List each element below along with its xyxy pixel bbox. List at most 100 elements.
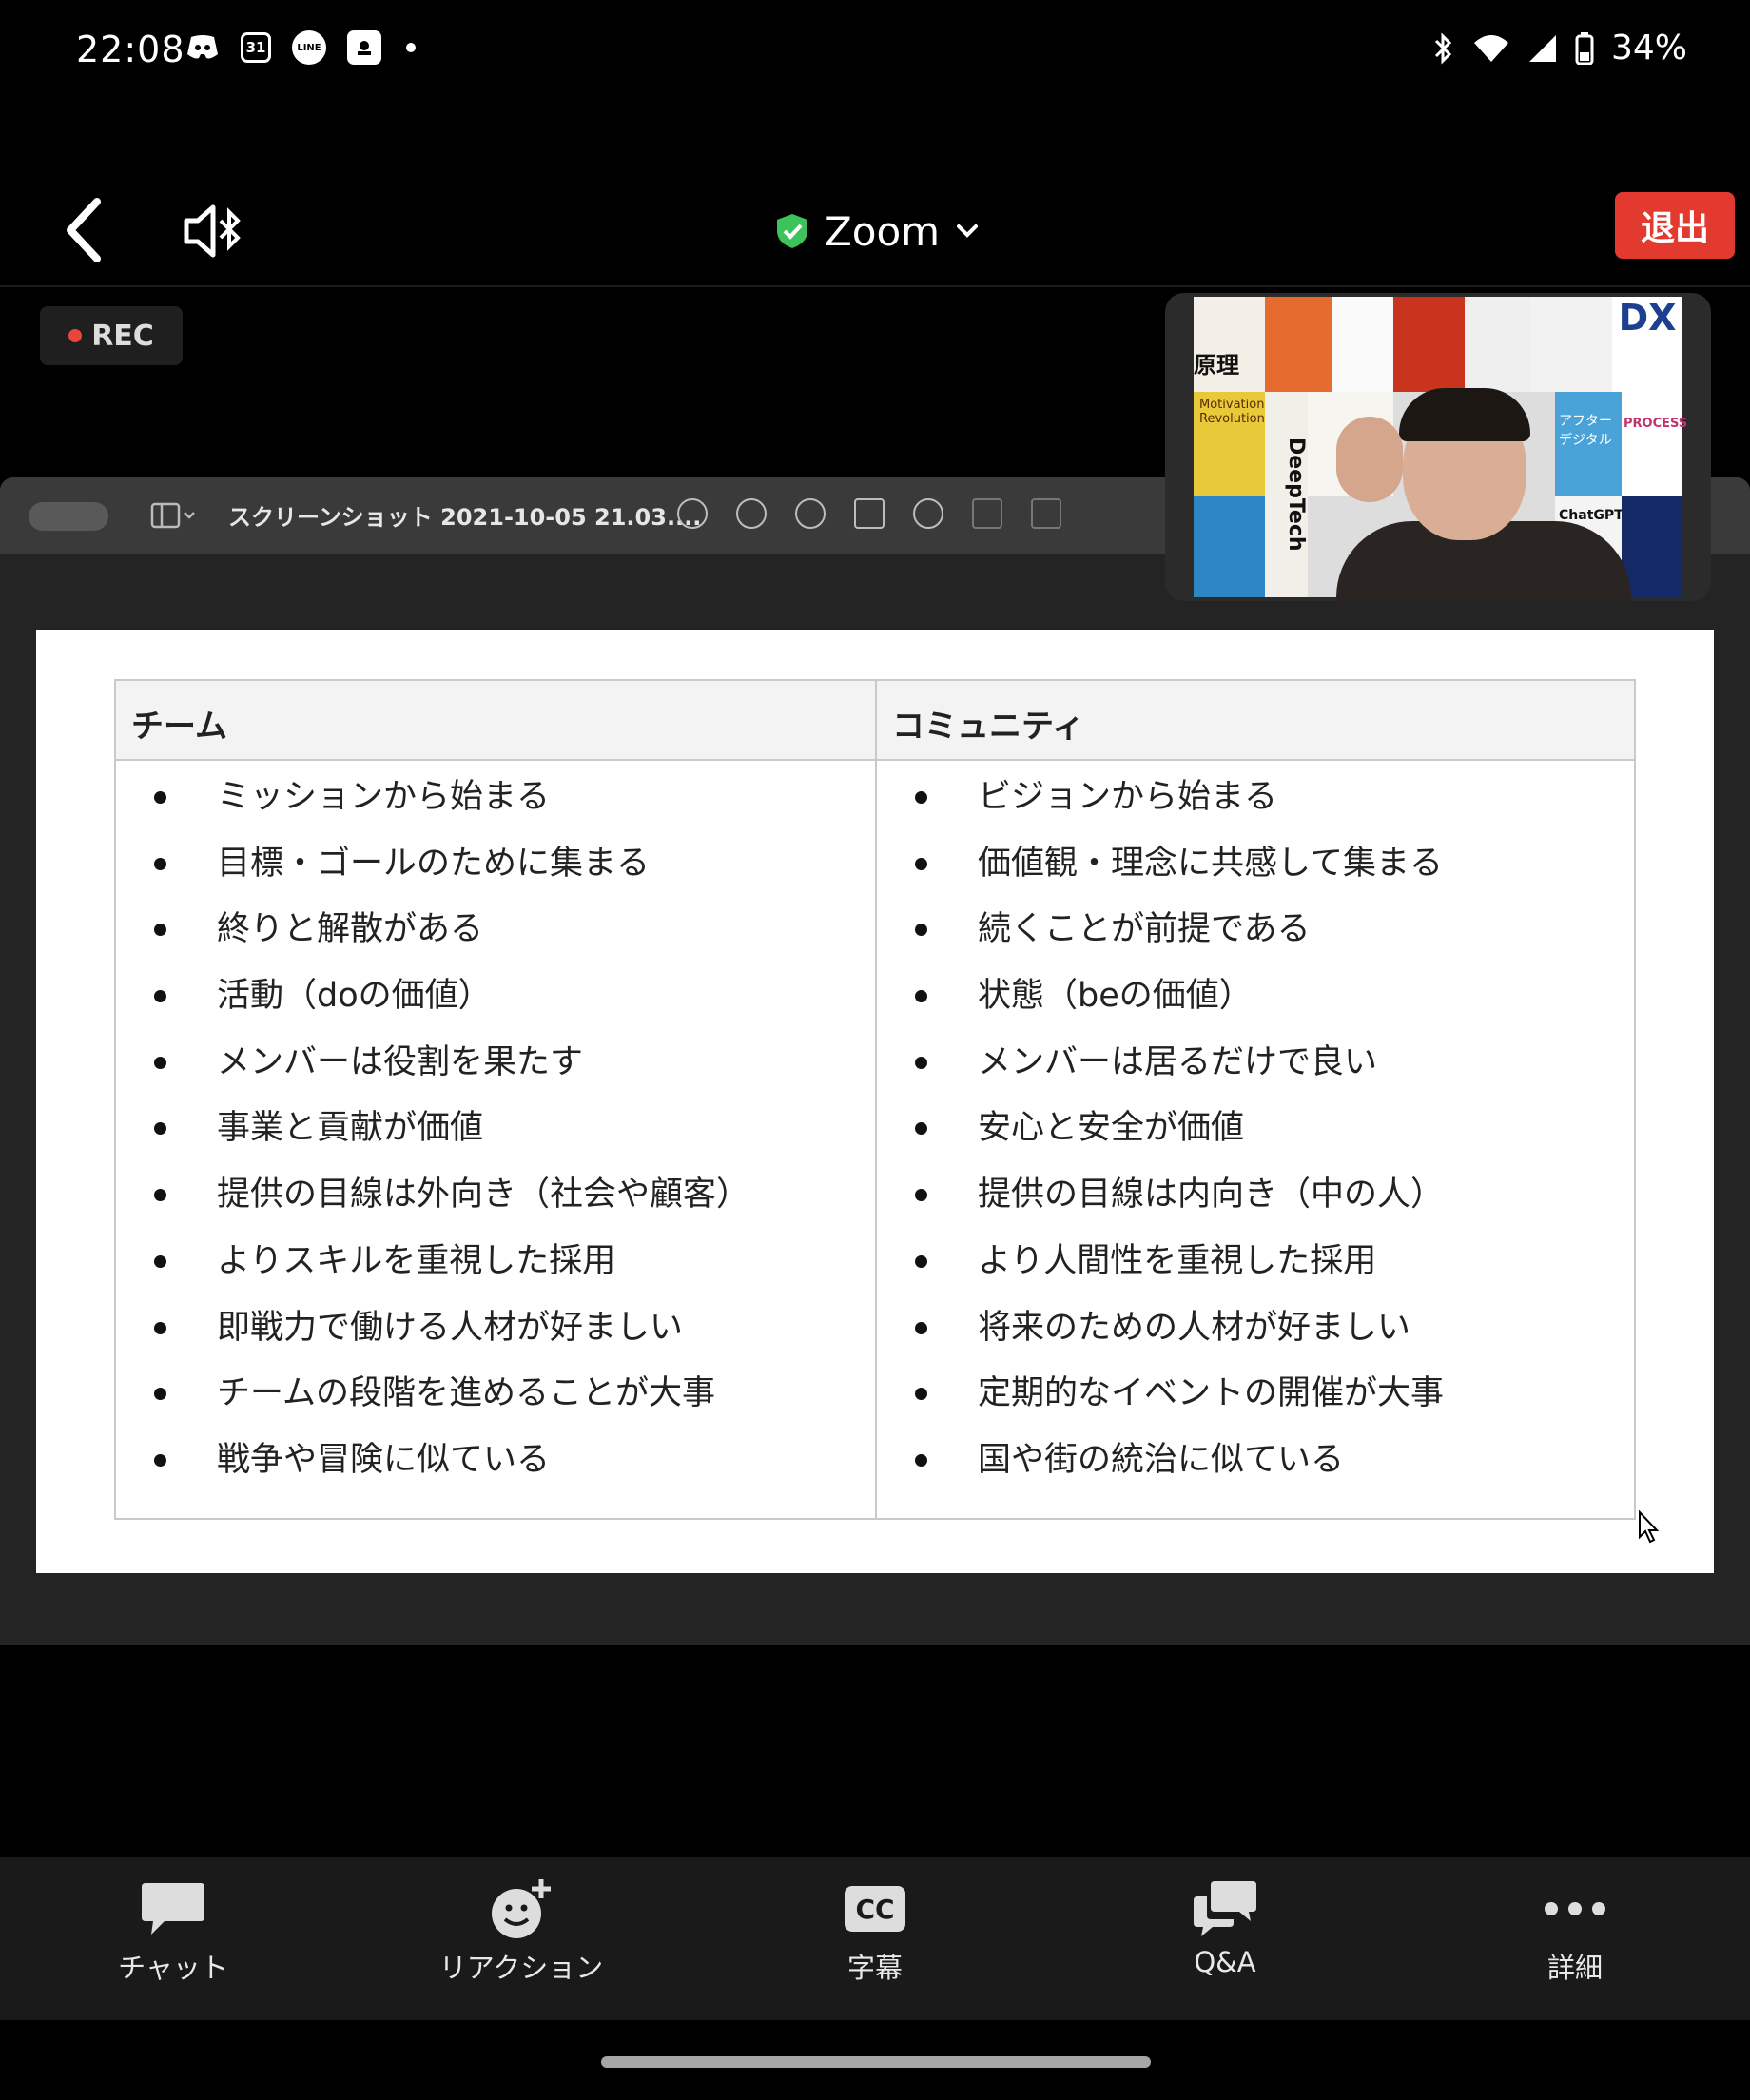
captions-label: 字幕 <box>846 1952 903 1984</box>
list-item: 将来のための人材が好ましい <box>877 1307 1444 1373</box>
list-item: 戦争や冒険に似ている <box>116 1439 749 1506</box>
clock: 22:08 <box>76 29 185 70</box>
home-indicator[interactable] <box>601 2056 1151 2068</box>
book-cover <box>1393 297 1465 392</box>
chat-label: チャット <box>118 1952 228 1984</box>
bottom-toolbar: チャット リアクション CC 字幕 Q&A 詳細 <box>0 1857 1750 2020</box>
shared-screen: スクリーンショット 2021-10-05 21.03.... チーム コミュニテ… <box>0 477 1750 1645</box>
community-header: コミュニティ <box>892 708 1084 746</box>
book-cover <box>1622 496 1682 597</box>
back-button[interactable] <box>57 192 114 268</box>
zoom-in-icon <box>795 498 826 529</box>
meeting-toolbar: Zoom 退出 <box>0 181 1750 287</box>
book-title: DX <box>1612 297 1682 392</box>
participant-hair <box>1399 388 1530 441</box>
comparison-table: チーム コミュニティ ミッションから始まる 目標・ゴールのために集まる 終りと解… <box>114 679 1636 1520</box>
reaction-label: リアクション <box>438 1952 604 1984</box>
sidebar-toggle-icon <box>150 502 196 529</box>
participant-hand <box>1336 417 1403 502</box>
qa-icon <box>1101 1876 1349 1942</box>
recording-indicator[interactable]: REC <box>40 306 183 365</box>
list-item: より人間性を重視した採用 <box>877 1240 1444 1307</box>
reaction-button[interactable]: リアクション <box>398 1876 645 1986</box>
list-item: 提供の目線は外向き（社会や顧客） <box>116 1174 749 1240</box>
chat-icon <box>49 1876 297 1942</box>
audio-output-button[interactable] <box>179 198 255 264</box>
speaker-bluetooth-icon <box>184 204 241 258</box>
captions-button[interactable]: CC 字幕 <box>751 1876 999 1986</box>
list-item: 事業と貢献が価値 <box>116 1107 749 1174</box>
list-item: メンバーは居るだけで良い <box>877 1041 1444 1108</box>
qa-button[interactable]: Q&A <box>1101 1876 1349 1978</box>
battery-icon <box>1575 31 1594 65</box>
list-item: 国や街の統治に似ている <box>877 1439 1444 1506</box>
list-item: 価値観・理念に共感して集まる <box>877 843 1444 909</box>
list-item: 続くことが前提である <box>877 908 1444 975</box>
document-title: スクリーンショット 2021-10-05 21.03.... <box>228 504 702 531</box>
more-notifications-dot <box>406 43 416 52</box>
qa-label: Q&A <box>1194 1946 1256 1978</box>
team-list: ミッションから始まる 目標・ゴールのために集まる 終りと解散がある 活動（doの… <box>116 776 749 1506</box>
chat-button[interactable]: チャット <box>49 1876 297 1986</box>
signal-icon <box>1527 33 1558 64</box>
share-icon <box>854 498 885 529</box>
list-item: 目標・ゴールのために集まる <box>116 843 749 909</box>
list-item: チームの段階を進めることが大事 <box>116 1372 749 1439</box>
book-title: アフターデジタル <box>1555 392 1622 496</box>
cc-text: CC <box>845 1886 905 1932</box>
signature-icon <box>972 498 1002 529</box>
community-list: ビジョンから始まる 価値観・理念に共感して集まる 続くことが前提である 状態（b… <box>877 776 1444 1506</box>
notification-icons: 31 LINE <box>185 30 416 65</box>
meeting-title-dropdown[interactable]: Zoom <box>775 198 980 264</box>
list-item: 即戦力で働ける人材が好ましい <box>116 1307 749 1373</box>
list-item: 定期的なイベントの開催が大事 <box>877 1372 1444 1439</box>
app-icon <box>347 30 381 65</box>
captions-icon: CC <box>751 1876 999 1942</box>
bluetooth-icon <box>1430 31 1455 66</box>
chevron-down-icon <box>957 224 979 238</box>
system-status: 34% <box>1430 29 1687 68</box>
book-cover <box>1332 297 1393 392</box>
leave-button[interactable]: 退出 <box>1615 192 1735 259</box>
more-dots-icon <box>1451 1876 1699 1942</box>
wifi-icon <box>1472 33 1510 64</box>
book-title: Motivation Revolution <box>1194 392 1265 496</box>
window-controls <box>29 502 108 531</box>
book-title: DeepTech <box>1265 392 1308 597</box>
status-bar: 22:08 31 LINE 34% <box>0 0 1750 105</box>
more-button[interactable]: 詳細 <box>1451 1876 1699 1986</box>
meeting-title: Zoom <box>825 207 941 255</box>
list-item: メンバーは役割を果たす <box>116 1041 749 1108</box>
reaction-icon <box>398 1876 645 1942</box>
list-item: よりスキルを重視した採用 <box>116 1240 749 1307</box>
book-cover <box>1265 297 1332 392</box>
rec-label: REC <box>91 319 154 353</box>
discord-icon <box>185 30 220 65</box>
mouse-pointer-icon <box>1638 1509 1662 1548</box>
battery-percent: 34% <box>1610 29 1687 68</box>
calendar-icon: 31 <box>241 32 271 63</box>
shield-check-icon <box>777 214 807 248</box>
book-cover <box>1465 297 1531 392</box>
preview-tools <box>677 498 1061 529</box>
book-cover <box>1531 297 1612 392</box>
record-dot-icon <box>68 329 83 342</box>
highlight-icon <box>1031 498 1061 529</box>
document-page: チーム コミュニティ ミッションから始まる 目標・ゴールのために集まる 終りと解… <box>36 630 1714 1573</box>
list-item: 活動（doの価値） <box>116 975 749 1041</box>
list-item: ミッションから始まる <box>116 776 749 843</box>
list-item: 提供の目線は内向き（中の人） <box>877 1174 1444 1240</box>
book-title: 原理 <box>1194 352 1239 379</box>
line-icon: LINE <box>292 30 326 65</box>
participant-video[interactable]: 原理 DX Motivation Revolution DeepTech アフタ… <box>1165 293 1711 601</box>
info-icon <box>677 498 708 529</box>
list-item: ビジョンから始まる <box>877 776 1444 843</box>
chevron-left-icon <box>67 198 101 262</box>
more-label: 詳細 <box>1546 1952 1603 1984</box>
book-cover <box>1194 496 1265 597</box>
list-item: 終りと解散がある <box>116 908 749 975</box>
list-item: 安心と安全が価値 <box>877 1107 1444 1174</box>
list-item: 状態（beの価値） <box>877 975 1444 1041</box>
book-title: PROCESS <box>1622 392 1687 496</box>
zoom-out-icon <box>736 498 767 529</box>
